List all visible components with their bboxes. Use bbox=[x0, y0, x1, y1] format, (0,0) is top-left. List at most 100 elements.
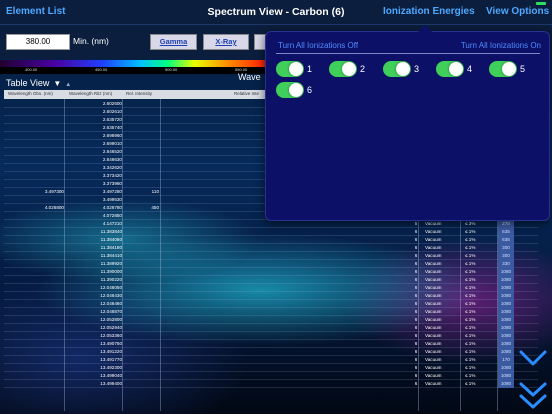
accuracy-cell: ≤ 1% bbox=[465, 269, 476, 274]
wavelength-obs-cell: 4.026800 bbox=[44, 205, 64, 210]
wavelength-ritz-cell: 11.384060 bbox=[100, 237, 122, 242]
scroll-down-icon[interactable] bbox=[518, 348, 548, 368]
table-view-label: Table View bbox=[6, 78, 50, 88]
ion-stage-cell: 6 bbox=[414, 253, 418, 258]
min-wavelength-input[interactable]: 380.00 bbox=[6, 34, 70, 50]
ionization-toggle-label: 5 bbox=[520, 64, 526, 74]
accuracy-cell: ≤ 1% bbox=[465, 365, 476, 370]
ion-stage-cell: 6 bbox=[414, 381, 418, 386]
gamma-button[interactable]: Gamma bbox=[150, 34, 197, 50]
view-options-button[interactable]: View Options bbox=[486, 6, 549, 17]
table-row[interactable]: 12.046870 6 Vacuum ≤ 1% 1080 bbox=[4, 308, 538, 316]
header-ritz[interactable]: Wavelength Ritz (nm) bbox=[69, 91, 112, 96]
wavelength-ritz-cell: 2.602600 bbox=[102, 101, 122, 106]
ion-stage-cell: 6 bbox=[414, 365, 418, 370]
table-row[interactable]: 13.492300 6 Vacuum ≤ 1% 1080 bbox=[4, 364, 538, 372]
intensity-badge: 170 bbox=[498, 356, 514, 364]
medium-cell: Vacuum bbox=[425, 221, 442, 226]
sort-ascending-icon[interactable]: ▲ bbox=[65, 82, 71, 88]
table-row[interactable]: 11.390220 6 Vacuum ≤ 1% 1080 bbox=[4, 276, 538, 284]
ion-stage-cell: 6 bbox=[414, 333, 418, 338]
ion-stage-cell: 6 bbox=[414, 309, 418, 314]
header-relative-intensity[interactable]: Relative Inte bbox=[234, 91, 259, 96]
table-row[interactable]: 12.052800 6 Vacuum ≤ 1% 1080 bbox=[4, 316, 538, 324]
ion-stage-cell: 6 bbox=[414, 341, 418, 346]
table-row[interactable]: 11.389920 6 Vacuum ≤ 1% 330 bbox=[4, 260, 538, 268]
wavelength-ritz-cell: 13.499400 bbox=[100, 381, 122, 386]
ionization-toggle-label: 6 bbox=[307, 85, 313, 95]
scroll-to-bottom-icon[interactable] bbox=[518, 380, 548, 412]
intensity-badge: 1080 bbox=[498, 340, 514, 348]
wavelength-ritz-cell: 4.147210 bbox=[102, 221, 122, 226]
table-row[interactable]: 11.383840 6 Vacuum ≤ 1% 635 bbox=[4, 228, 538, 236]
ionization-toggle-2[interactable] bbox=[329, 61, 357, 77]
ionization-toggle-label: 4 bbox=[467, 64, 473, 74]
popover-divider bbox=[276, 53, 540, 54]
table-row[interactable]: 11.384180 6 Vacuum ≤ 1% 300 bbox=[4, 244, 538, 252]
ionization-energies-button[interactable]: Ionization Energies bbox=[383, 6, 475, 17]
medium-cell: Vacuum bbox=[425, 253, 442, 258]
table-row[interactable]: 12.046460 6 Vacuum ≤ 1% 1080 bbox=[4, 300, 538, 308]
ionization-popover: Turn All Ionizations Off Turn All Ioniza… bbox=[265, 25, 550, 221]
turn-all-on-button[interactable]: Turn All Ionizations On bbox=[461, 41, 541, 50]
wavelength-ritz-cell: 12.052800 bbox=[100, 317, 122, 322]
ion-stage-cell: 5 bbox=[414, 221, 418, 226]
ion-stage-cell: 6 bbox=[414, 325, 418, 330]
medium-cell: Vacuum bbox=[425, 285, 442, 290]
wavelength-ritz-cell: 11.390000 bbox=[100, 269, 122, 274]
ionization-toggle-label: 3 bbox=[414, 64, 420, 74]
table-row[interactable]: 11.384410 6 Vacuum ≤ 1% 300 bbox=[4, 252, 538, 260]
ion-stage-cell: 6 bbox=[414, 317, 418, 322]
accuracy-cell: ≤ 1% bbox=[465, 381, 476, 386]
table-row[interactable]: 12.046430 6 Vacuum ≤ 1% 1080 bbox=[4, 292, 538, 300]
medium-cell: Vacuum bbox=[425, 261, 442, 266]
ionization-toggle-5[interactable] bbox=[489, 61, 517, 77]
top-nav-bar: Element List Spectrum View - Carbon (6) … bbox=[0, 0, 552, 25]
wavelength-ritz-cell: 12.046050 bbox=[100, 285, 122, 290]
ion-stage-cell: 6 bbox=[414, 373, 418, 378]
accuracy-cell: ≤ 1% bbox=[465, 341, 476, 346]
accuracy-cell: ≤ 3% bbox=[465, 221, 476, 226]
table-row[interactable]: 13.491220 6 Vacuum ≤ 1% 1080 bbox=[4, 348, 538, 356]
medium-cell: Vacuum bbox=[425, 317, 442, 322]
wavelength-ritz-cell: 2.602610 bbox=[102, 109, 122, 114]
table-row[interactable]: 13.490750 6 Vacuum ≤ 1% 1080 bbox=[4, 340, 538, 348]
ion-stage-cell: 6 bbox=[414, 357, 418, 362]
xray-button[interactable]: X-Ray bbox=[203, 34, 249, 50]
table-row[interactable]: 4.147210 5 Vacuum ≤ 3% 270 bbox=[4, 220, 538, 228]
element-list-button[interactable]: Element List bbox=[6, 6, 65, 17]
accuracy-cell: ≤ 1% bbox=[465, 317, 476, 322]
table-row[interactable]: 12.053360 6 Vacuum ≤ 1% 1080 bbox=[4, 332, 538, 340]
ionization-toggle-1[interactable] bbox=[276, 61, 304, 77]
table-row[interactable]: 13.499040 6 Vacuum ≤ 1% 1080 bbox=[4, 372, 538, 380]
table-row[interactable]: 11.390000 6 Vacuum ≤ 1% 1080 bbox=[4, 268, 538, 276]
table-row[interactable]: 12.046050 6 Vacuum ≤ 1% 1080 bbox=[4, 284, 538, 292]
ionization-toggle-3[interactable] bbox=[383, 61, 411, 77]
table-row[interactable]: 11.384060 6 Vacuum ≤ 1% 635 bbox=[4, 236, 538, 244]
wavelength-ritz-cell: 12.046430 bbox=[100, 293, 122, 298]
turn-all-off-button[interactable]: Turn All Ionizations Off bbox=[278, 41, 358, 50]
medium-cell: Vacuum bbox=[425, 293, 442, 298]
intensity-badge: 1080 bbox=[498, 284, 514, 292]
wavelength-ritz-cell: 3.497280 bbox=[102, 189, 122, 194]
accuracy-cell: ≤ 1% bbox=[465, 349, 476, 354]
table-view-selector[interactable]: Table View ▼ ▲ bbox=[6, 78, 71, 88]
accuracy-cell: ≤ 1% bbox=[465, 237, 476, 242]
intensity-badge: 1080 bbox=[498, 292, 514, 300]
table-row[interactable]: 12.052940 6 Vacuum ≤ 1% 1080 bbox=[4, 324, 538, 332]
intensity-badge: 635 bbox=[498, 228, 514, 236]
wavelength-ritz-cell: 12.046870 bbox=[100, 309, 122, 314]
header-obs[interactable]: Wavelength Obs. (nm) bbox=[8, 91, 53, 96]
wavelength-ritz-cell: 3.373420 bbox=[102, 173, 122, 178]
wavelength-ritz-cell: 4.026780 bbox=[102, 205, 122, 210]
intensity-badge: 1080 bbox=[498, 300, 514, 308]
intensity-badge: 1080 bbox=[498, 268, 514, 276]
header-rel-intensity[interactable]: Rel. Intensity bbox=[126, 91, 152, 96]
ionization-toggle-6[interactable] bbox=[276, 82, 304, 98]
table-row[interactable]: 13.491770 6 Vacuum ≤ 1% 170 bbox=[4, 356, 538, 364]
wavelength-ritz-cell: 11.384410 bbox=[100, 253, 122, 258]
wavelength-ritz-cell: 2.846630 bbox=[102, 157, 122, 162]
table-row[interactable]: 13.499400 6 Vacuum ≤ 1% 1080 bbox=[4, 380, 538, 388]
ionization-toggle-4[interactable] bbox=[436, 61, 464, 77]
intensity-badge: 1080 bbox=[498, 332, 514, 340]
